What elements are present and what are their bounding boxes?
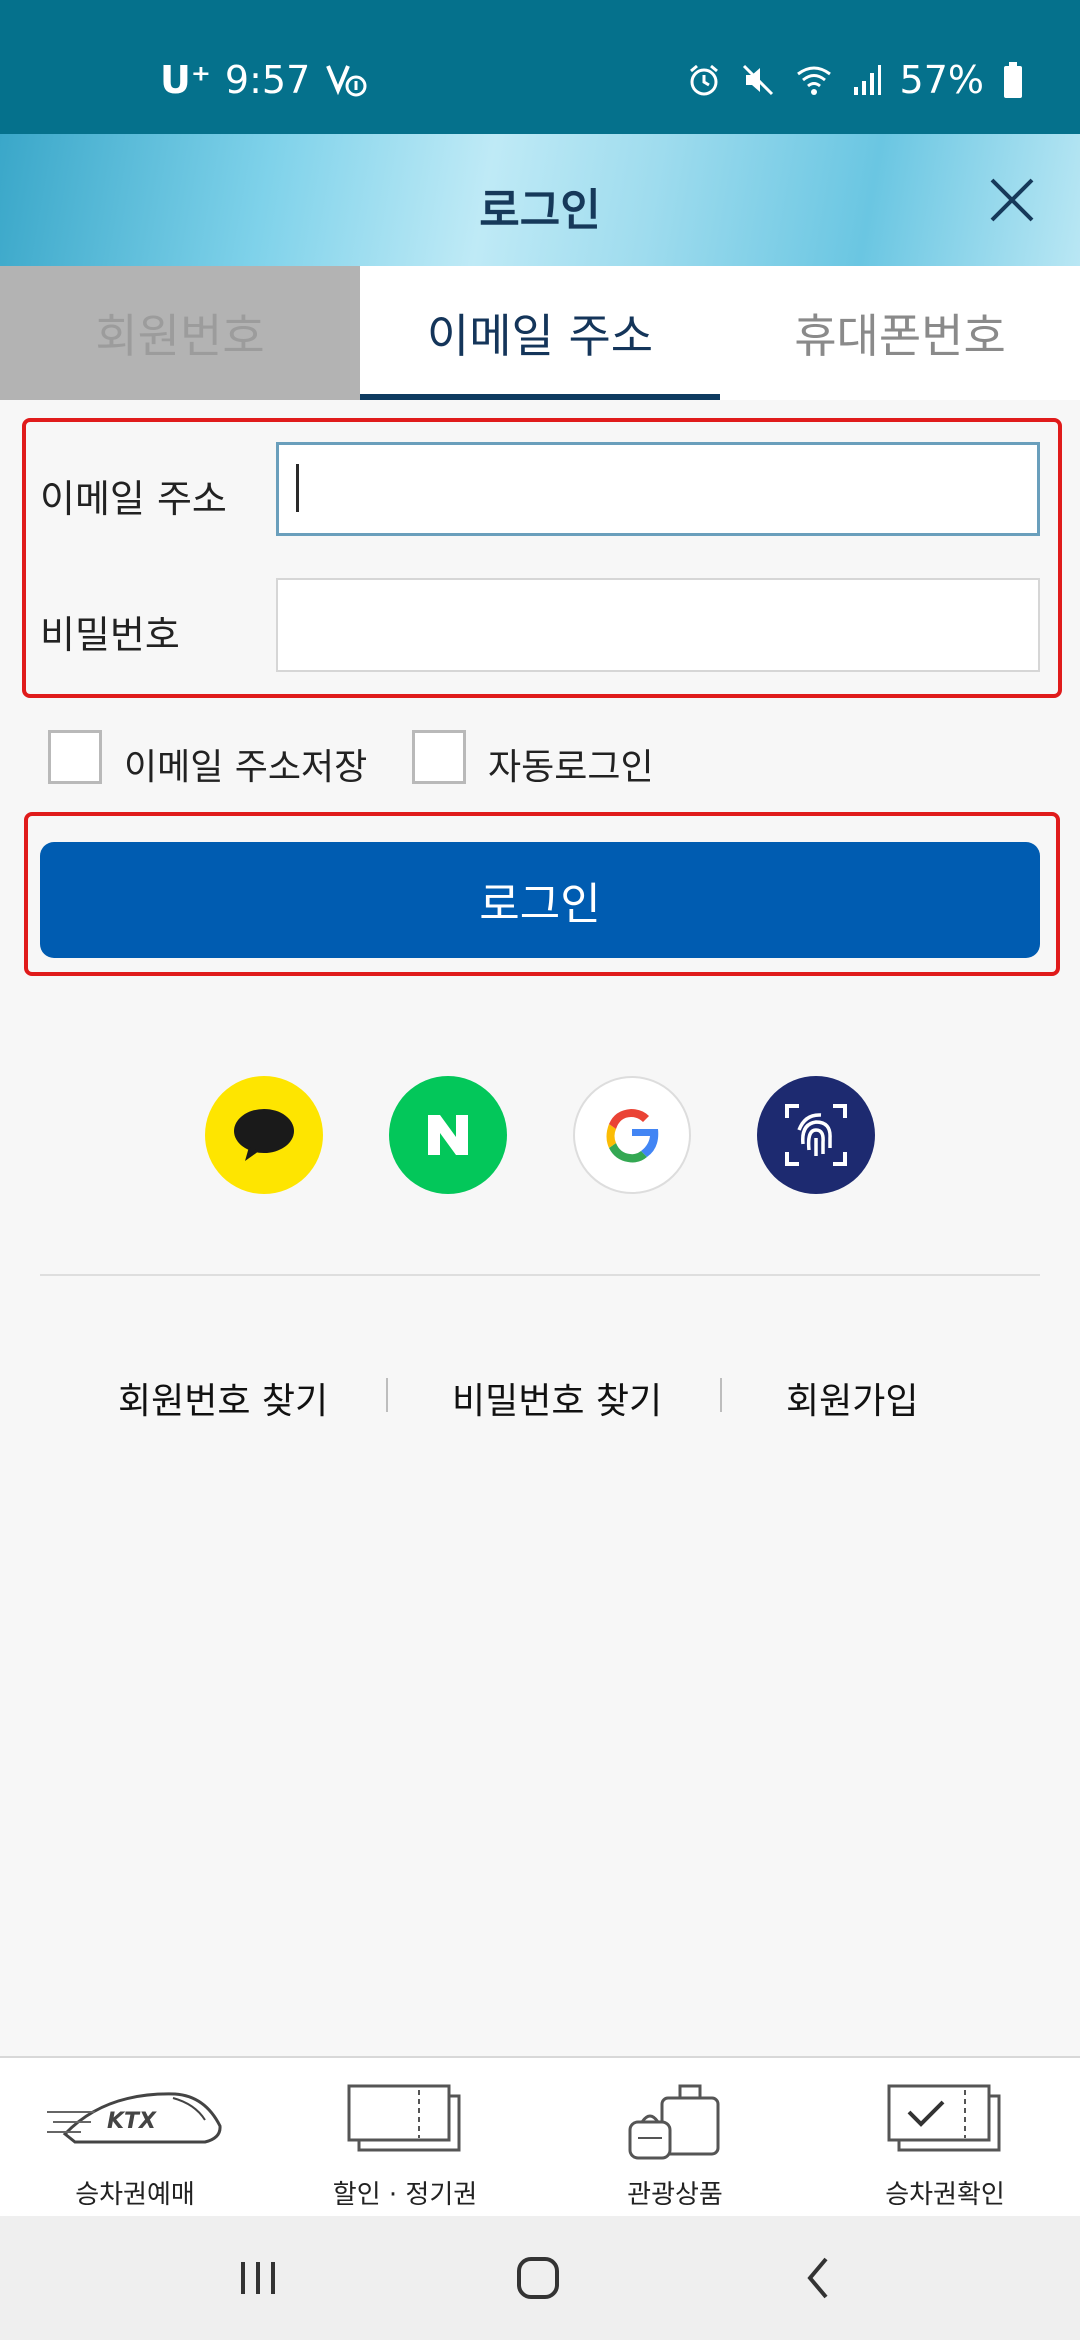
tab-member-number[interactable]: 회원번호	[0, 266, 360, 400]
text-caret	[296, 464, 299, 512]
tickets-icon	[347, 2084, 461, 2152]
ktx-train-icon: KTX	[47, 2092, 222, 2144]
recent-apps-button[interactable]	[218, 2246, 298, 2310]
close-button[interactable]	[982, 170, 1042, 230]
carrier-label: U⁺	[160, 58, 211, 102]
status-time: 9:57	[224, 58, 311, 102]
nav-label: 할인 · 정기권	[332, 2180, 478, 2210]
password-field[interactable]	[276, 578, 1040, 672]
luggage-icon	[628, 2084, 720, 2160]
battery-percent: 57%	[899, 58, 984, 102]
fingerprint-login-button[interactable]	[757, 1076, 875, 1194]
email-label: 이메일 주소	[40, 477, 227, 521]
auto-login-label: 자동로그인	[488, 747, 654, 788]
nav-label: 승차권확인	[885, 2180, 1005, 2210]
wifi-icon	[794, 62, 834, 98]
nav-ticket-check[interactable]: 승차권확인	[810, 2058, 1080, 2218]
login-method-tabs: 회원번호 이메일 주소 휴대폰번호	[0, 266, 1080, 400]
auto-login-checkbox[interactable]	[412, 730, 466, 784]
nav-label: 관광상품	[627, 2180, 723, 2210]
nav-travel-products[interactable]: 관광상품	[540, 2058, 810, 2218]
divider	[40, 1274, 1040, 1276]
svg-text:KTX: KTX	[107, 2109, 157, 2134]
close-icon	[990, 178, 1034, 222]
kakao-icon	[234, 1109, 294, 1161]
save-email-checkbox[interactable]	[48, 730, 102, 784]
save-email-label: 이메일 주소저장	[124, 747, 368, 788]
bottom-navigation: KTX 승차권예매 할인 · 정기권 관광상품 승차권확인	[0, 2056, 1080, 2216]
link-separator	[386, 1378, 388, 1412]
nav-discount-pass[interactable]: 할인 · 정기권	[270, 2058, 540, 2218]
volte-icon	[324, 60, 368, 100]
fingerprint-icon	[785, 1104, 847, 1166]
password-label: 비밀번호	[40, 613, 180, 657]
google-icon	[606, 1109, 659, 1163]
tab-email[interactable]: 이메일 주소	[360, 266, 720, 400]
home-icon	[517, 2257, 559, 2299]
google-login-button[interactable]	[573, 1076, 691, 1194]
find-password-link[interactable]: 비밀번호 찾기	[452, 1372, 662, 1424]
alarm-icon	[686, 62, 722, 98]
naver-login-button[interactable]	[389, 1076, 507, 1194]
ticket-check-icon	[887, 2084, 1001, 2152]
status-bar: U⁺ 9:57 57%	[0, 0, 1080, 134]
find-member-number-link[interactable]: 회원번호 찾기	[118, 1372, 328, 1424]
link-separator	[720, 1378, 722, 1412]
tab-phone-number[interactable]: 휴대폰번호	[720, 266, 1080, 400]
system-navigation-bar	[0, 2216, 1080, 2340]
back-icon	[807, 2257, 828, 2299]
header-banner: 로그인	[0, 134, 1080, 266]
email-field[interactable]	[276, 442, 1040, 536]
login-button[interactable]: 로그인	[40, 842, 1040, 958]
home-button[interactable]	[498, 2246, 578, 2310]
kakao-login-button[interactable]	[205, 1076, 323, 1194]
back-button[interactable]	[778, 2246, 858, 2310]
signal-icon	[852, 63, 882, 97]
page-title: 로그인	[479, 185, 601, 236]
recent-apps-icon	[241, 2262, 275, 2294]
naver-icon	[428, 1115, 468, 1155]
sign-up-link[interactable]: 회원가입	[786, 1372, 918, 1424]
battery-icon	[1002, 61, 1024, 99]
mute-icon	[740, 62, 776, 98]
nav-ticket-booking[interactable]: KTX 승차권예매	[0, 2058, 270, 2218]
nav-label: 승차권예매	[75, 2180, 195, 2210]
